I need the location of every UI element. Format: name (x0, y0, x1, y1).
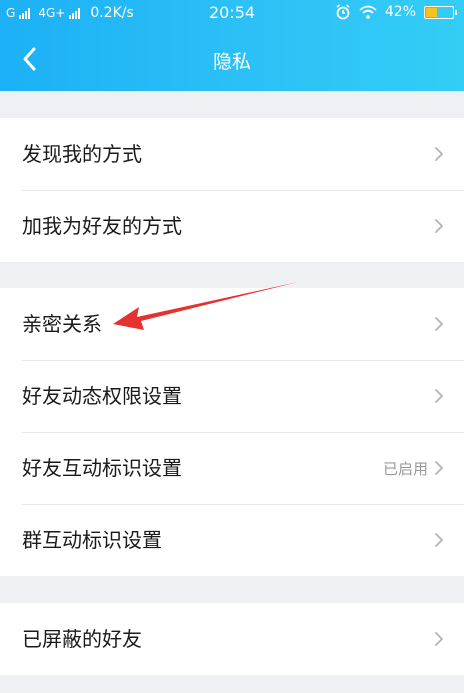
row-group-interaction-badge[interactable]: 群互动标识设置 (0, 504, 464, 576)
row-intimate-relationship[interactable]: 亲密关系 (0, 288, 464, 360)
row-label: 亲密关系 (22, 312, 102, 336)
row-right (434, 504, 444, 576)
battery-level (426, 7, 437, 17)
row-right: 已启用 (383, 432, 444, 504)
settings-group-relations: 亲密关系 好友动态权限设置 好友互动标识设置 已启用 群互动标识设置 (0, 288, 464, 576)
chevron-right-icon (435, 147, 443, 161)
row-friend-interaction-badge[interactable]: 好友互动标识设置 已启用 (0, 432, 464, 504)
row-right (434, 603, 444, 675)
status-right: 42% (335, 4, 457, 20)
row-discover-me[interactable]: 发现我的方式 (0, 118, 464, 190)
wifi-icon (359, 5, 377, 19)
row-label: 发现我的方式 (22, 142, 142, 166)
chevron-right-icon (435, 632, 443, 646)
row-right (434, 288, 444, 360)
row-blocked-friends[interactable]: 已屏蔽的好友 (0, 603, 464, 675)
row-right (434, 190, 444, 262)
chevron-right-icon (435, 317, 443, 331)
row-right (434, 118, 444, 190)
battery-icon (424, 5, 457, 19)
chevron-right-icon (435, 533, 443, 547)
row-label: 已屏蔽的好友 (22, 627, 142, 651)
status-bar: G 4G+ 0.2K/s 20:54 42% (0, 0, 464, 28)
header-bar: G 4G+ 0.2K/s 20:54 42% 隐私 (0, 0, 464, 91)
settings-group-discovery: 发现我的方式 加我为好友的方式 (0, 118, 464, 262)
chevron-right-icon (435, 389, 443, 403)
nav-bar: 隐私 (0, 30, 464, 88)
row-label: 好友互动标识设置 (22, 456, 182, 480)
chevron-right-icon (435, 219, 443, 233)
page-title: 隐私 (212, 51, 251, 73)
row-add-friend-method[interactable]: 加我为好友的方式 (0, 190, 464, 262)
alarm-icon (336, 4, 350, 20)
row-label: 加我为好友的方式 (22, 214, 182, 238)
row-label: 群互动标识设置 (22, 528, 162, 552)
chevron-right-icon (435, 461, 443, 475)
row-label: 好友动态权限设置 (22, 384, 182, 408)
status-value: 已启用 (382, 459, 428, 478)
settings-group-blocked: 已屏蔽的好友 (0, 603, 464, 675)
battery-percent: 42% (384, 4, 416, 20)
row-feed-permissions[interactable]: 好友动态权限设置 (0, 360, 464, 432)
row-right (434, 360, 444, 432)
